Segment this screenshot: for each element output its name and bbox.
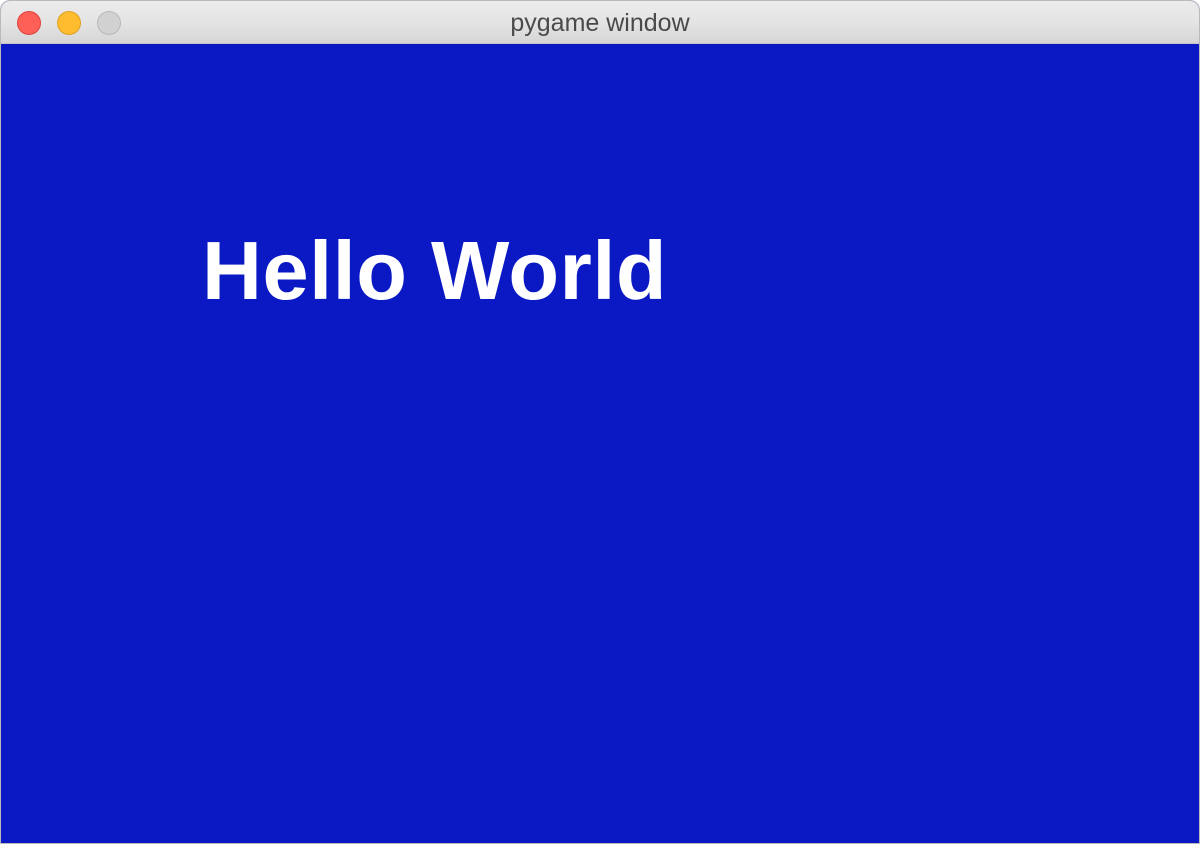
title-bar[interactable]: pygame window [1,1,1199,44]
window-title: pygame window [510,9,690,37]
app-window: pygame window Hello World [0,0,1200,844]
hello-world-text: Hello World [202,224,668,317]
pygame-canvas[interactable]: Hello World [1,44,1199,843]
